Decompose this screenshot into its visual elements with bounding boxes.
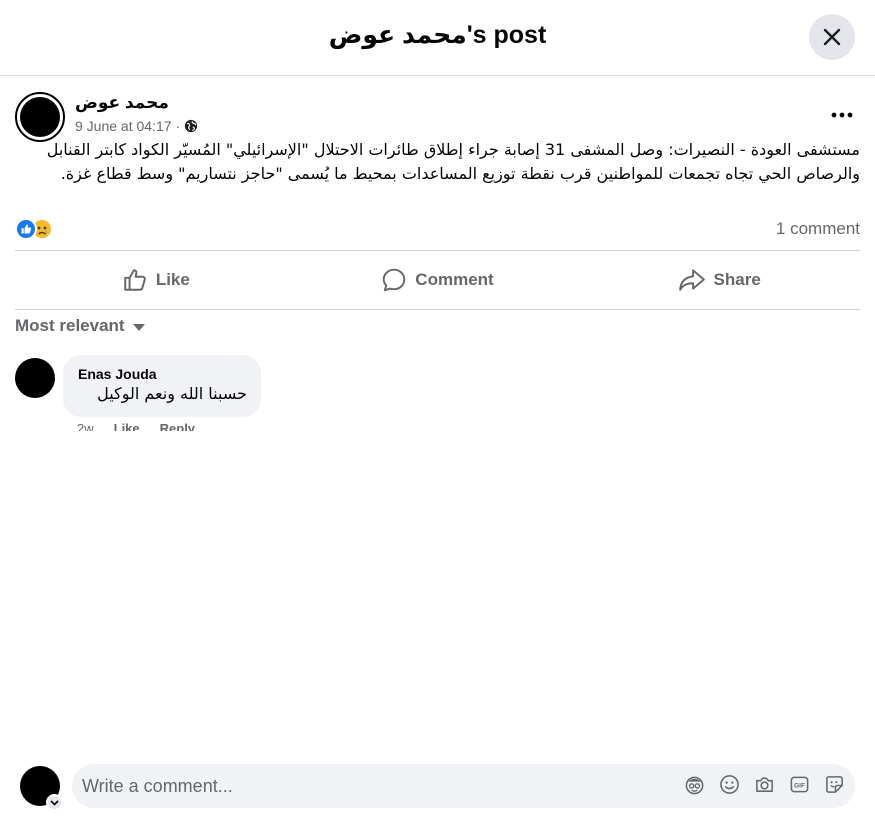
comment-count[interactable]: 1 comment	[776, 219, 860, 239]
comment-input[interactable]	[82, 770, 662, 802]
close-icon	[823, 28, 841, 46]
composer-tools: GIF	[684, 774, 845, 795]
post-time[interactable]: 9 June at 04:17	[75, 118, 172, 134]
comment-bubble: Enas Jouda حسبنا الله ونعم الوكيل	[63, 355, 261, 417]
thumbs-up-icon	[124, 269, 146, 291]
dialog-title: محمد عوض's post	[328, 21, 547, 49]
post-actions: Like Comment Share	[15, 251, 860, 309]
svg-text:GIF: GIF	[794, 783, 805, 790]
like-button[interactable]: Like	[15, 251, 297, 309]
comment-reply-button[interactable]: Reply	[160, 421, 195, 431]
dialog-header: محمد عوض's post	[0, 0, 875, 76]
sticker-icon[interactable]	[824, 774, 845, 795]
like-icon	[15, 218, 37, 240]
share-label: Share	[713, 270, 761, 289]
comment-composer: GIF	[20, 764, 860, 812]
comment-text: حسبنا الله ونعم الوكيل	[97, 384, 247, 403]
comment-sort-dropdown[interactable]: Most relevant	[15, 316, 145, 336]
camera-icon[interactable]	[754, 774, 775, 795]
comment-input-box[interactable]: GIF	[72, 764, 855, 808]
chevron-down-icon[interactable]	[46, 794, 63, 811]
more-options-button[interactable]	[824, 104, 860, 126]
avatar-sticker-icon[interactable]	[684, 774, 705, 795]
divider	[15, 309, 860, 310]
comment-like-button[interactable]: Like	[114, 421, 140, 431]
post-text: مستشفى العودة - النصيرات: وصل المشفى 31 …	[46, 140, 860, 183]
comment-label: Comment	[415, 270, 494, 289]
commenter-avatar[interactable]	[15, 358, 55, 398]
share-icon	[678, 269, 705, 291]
author-name[interactable]: محمد عوض	[75, 93, 169, 113]
comment-age[interactable]: 2w	[77, 421, 94, 431]
reaction-summary[interactable]	[15, 217, 53, 241]
comment-icon	[383, 268, 406, 292]
more-icon	[831, 112, 853, 118]
gif-icon[interactable]: GIF	[789, 774, 810, 795]
meta-separator: ·	[175, 118, 181, 134]
post-header: محمد عوض 9 June at 04:17 ·	[15, 90, 860, 142]
caret-down-icon	[132, 323, 145, 331]
like-label: Like	[155, 270, 190, 289]
share-button[interactable]: Share	[578, 251, 860, 309]
commenter-name[interactable]: Enas Jouda	[78, 366, 157, 382]
post-meta: 9 June at 04:17 ·	[75, 118, 198, 134]
globe-icon	[185, 119, 198, 133]
comment-item: Enas Jouda حسبنا الله ونعم الوكيل 2w Lik…	[15, 355, 860, 431]
author-avatar[interactable]	[15, 92, 65, 142]
sort-label: Most relevant	[15, 316, 125, 335]
close-button[interactable]	[809, 14, 855, 60]
emoji-icon[interactable]	[719, 774, 740, 795]
comment-button[interactable]: Comment	[297, 251, 579, 309]
comment-meta: 2w Like Reply	[77, 421, 195, 431]
